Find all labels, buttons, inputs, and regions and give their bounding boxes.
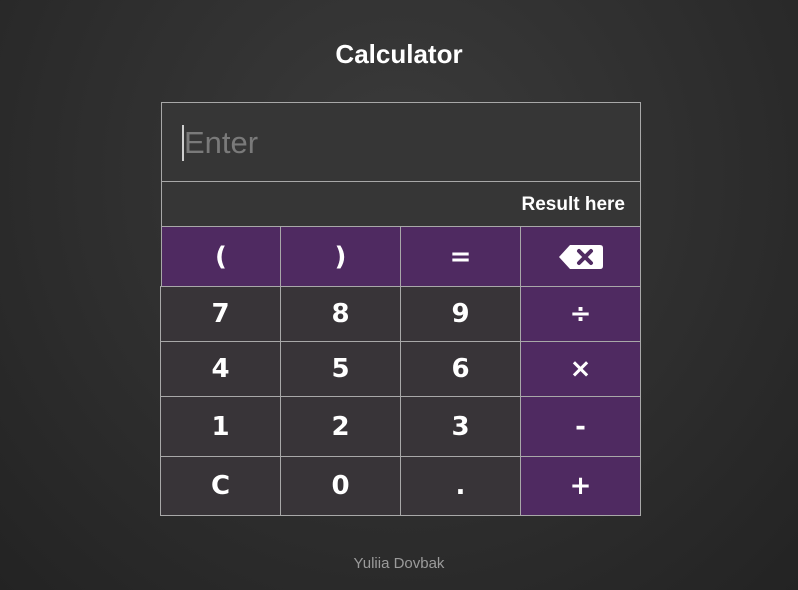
result-display: Result here	[161, 181, 641, 228]
expression-input-container[interactable]	[161, 102, 641, 182]
digit-7-button[interactable]: 7	[160, 286, 281, 342]
text-cursor	[182, 125, 184, 161]
digit-8-button[interactable]: 8	[280, 286, 401, 342]
digit-5-button[interactable]: 5	[280, 341, 401, 397]
digit-4-button[interactable]: 4	[160, 341, 281, 397]
digit-2-button[interactable]: 2	[280, 396, 401, 457]
digit-1-button[interactable]: 1	[160, 396, 281, 457]
digit-9-button[interactable]: 9	[400, 286, 521, 342]
backspace-button[interactable]	[520, 226, 641, 287]
equals-button[interactable]: =	[400, 226, 521, 287]
keypad: ( ) = 7 8 9 ÷ 4 5 6 × 1 2 3 - C 0 . +	[160, 226, 641, 516]
expression-input[interactable]	[182, 121, 622, 165]
multiply-button[interactable]: ×	[520, 341, 641, 397]
digit-3-button[interactable]: 3	[400, 396, 521, 457]
calculator: Result here ( ) = 7 8 9 ÷ 4 5 6 × 1 2 3 …	[160, 102, 641, 516]
page-title: Calculator	[335, 39, 463, 69]
divide-button[interactable]: ÷	[520, 286, 641, 342]
digit-0-button[interactable]: 0	[280, 456, 401, 516]
add-button[interactable]: +	[520, 456, 641, 516]
backspace-icon	[558, 244, 604, 270]
subtract-button[interactable]: -	[520, 396, 641, 457]
open-paren-button[interactable]: (	[161, 226, 281, 287]
decimal-point-button[interactable]: .	[400, 456, 521, 516]
clear-button[interactable]: C	[160, 456, 281, 516]
author-credit: Yuliia Dovbak	[353, 555, 445, 572]
close-paren-button[interactable]: )	[280, 226, 401, 287]
digit-6-button[interactable]: 6	[400, 341, 521, 397]
